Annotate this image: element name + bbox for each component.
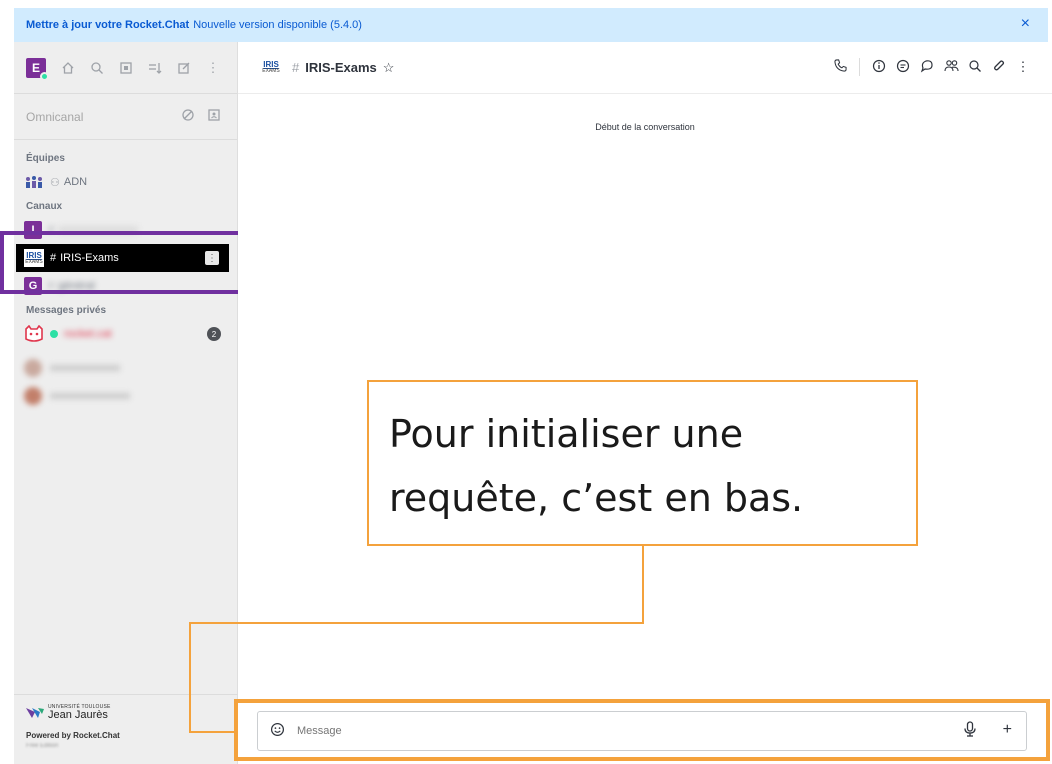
logo-text-bottom: EXAMS	[262, 68, 280, 74]
home-icon[interactable]	[60, 60, 76, 76]
banner-title: Mettre à jour votre Rocket.Chat	[26, 19, 190, 31]
logo-big-text: Jean Jaurès	[48, 709, 108, 721]
edit-icon[interactable]	[176, 60, 192, 76]
directory-icon[interactable]	[118, 60, 134, 76]
sidebar-item-adn[interactable]: ⚇ ADN	[14, 168, 237, 196]
phone-icon[interactable]	[833, 59, 847, 75]
section-channels: Canaux	[26, 200, 63, 212]
avatar-initial: E	[31, 60, 40, 75]
hash-icon: #	[292, 60, 300, 75]
omnichannel-bar[interactable]: Omnicanal	[14, 94, 237, 140]
user-avatar[interactable]: E	[26, 57, 49, 81]
section-dms: Messages privés	[26, 304, 107, 316]
discussion-icon[interactable]	[920, 59, 934, 76]
callout-line-1: Pour initialiser une	[389, 412, 744, 456]
sidebar-item-blurred-dm-1[interactable]	[14, 354, 237, 382]
university-logo-mark	[26, 708, 44, 718]
sort-icon[interactable]	[147, 60, 163, 76]
omnichannel-label: Omnicanal	[26, 109, 84, 124]
unread-badge: 2	[207, 327, 221, 341]
callout-connector	[189, 731, 236, 733]
toolbar-divider	[859, 58, 860, 76]
room-title: IRIS-Exams	[305, 60, 377, 75]
sidebar-item-label: ADN	[63, 176, 88, 188]
callout-connector	[189, 622, 191, 733]
star-icon[interactable]: ☆	[383, 60, 395, 76]
team-avatar	[24, 173, 44, 191]
online-status-dot	[40, 71, 49, 81]
sidebar: E ⋮ Omnicanal Équipes ⚇ ADN Canaux I # I…	[14, 42, 238, 764]
composer-highlight-box	[234, 699, 1050, 761]
info-icon[interactable]	[872, 59, 886, 76]
banner-message: Nouvelle version disponible (5.4.0)	[193, 19, 362, 31]
search-icon[interactable]	[89, 60, 105, 76]
room-header: IRIS EXAMS # IRIS-Exams ☆ ⋮	[238, 42, 1052, 94]
sidebar-item-blurred-dm-2[interactable]	[14, 382, 237, 410]
university-logo: UNIVERSITÉ TOULOUSE Jean Jaurès	[26, 705, 226, 721]
close-icon[interactable]: ×	[1021, 15, 1030, 33]
kebab-icon[interactable]: ⋮	[1016, 59, 1030, 75]
contact-center-icon[interactable]	[207, 108, 221, 125]
members-icon[interactable]	[944, 59, 959, 76]
channel-highlight-box	[0, 231, 252, 294]
blurred-label	[50, 393, 130, 399]
conversation-start-label: Début de la conversation	[595, 122, 695, 132]
sidebar-item-label: rocket.cat	[64, 328, 112, 340]
room-avatar: IRIS EXAMS	[258, 58, 284, 78]
kebab-icon[interactable]: ⋮	[205, 60, 221, 76]
avatar	[24, 387, 42, 405]
annotation-callout: Pour initialiser une requête, c’est en b…	[367, 380, 918, 546]
sidebar-toolbar: E ⋮	[14, 42, 237, 94]
omnichannel-status-icon[interactable]	[181, 108, 195, 125]
threads-icon[interactable]	[896, 59, 910, 76]
online-status-dot	[50, 330, 58, 338]
callout-connector	[189, 622, 644, 624]
avatar	[24, 359, 42, 377]
search-icon[interactable]	[968, 59, 982, 76]
sidebar-footer: UNIVERSITÉ TOULOUSE Jean Jaurès Powered …	[14, 694, 238, 764]
app-window: Mettre à jour votre Rocket.Chat Nouvelle…	[0, 0, 1052, 764]
rocket-cat-avatar	[24, 325, 44, 343]
attachment-icon[interactable]	[992, 59, 1006, 76]
section-teams: Équipes	[26, 152, 65, 164]
blurred-label	[50, 365, 120, 371]
sidebar-item-rocket-cat[interactable]: rocket.cat 2	[14, 320, 237, 348]
room-toolbar: ⋮	[833, 58, 1030, 76]
callout-line-2: requête, c’est en bas.	[389, 476, 804, 520]
update-banner[interactable]: Mettre à jour votre Rocket.Chat Nouvelle…	[14, 8, 1048, 42]
team-icon: ⚇	[50, 176, 60, 189]
edition-label: Free Edition	[26, 743, 59, 749]
callout-connector	[642, 546, 644, 624]
